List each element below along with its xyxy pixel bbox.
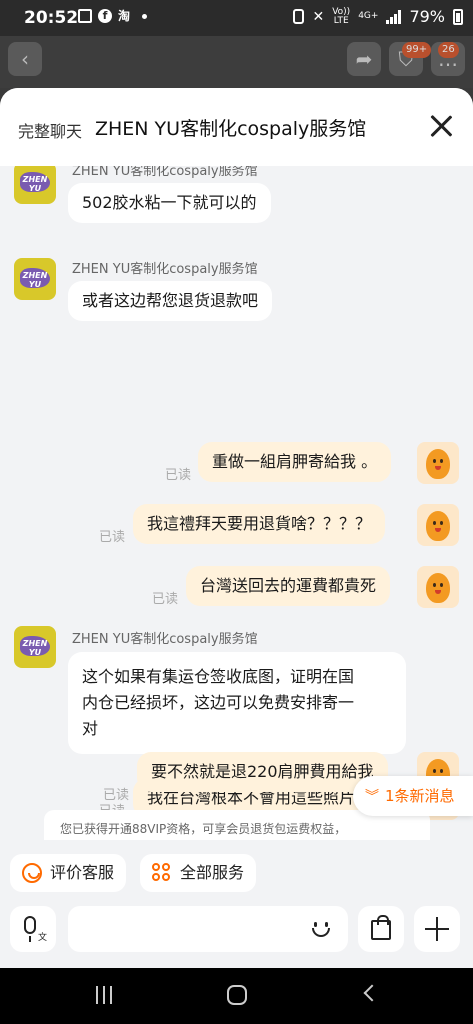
status-bar: 20:52 f 淘 ✕ Vo)) LTE 4G+ 79% <box>0 0 473 36</box>
message-text: 要不然就是退220肩胛費用給我 <box>151 762 374 781</box>
facebook-icon: f <box>98 9 112 23</box>
message-sender: ZHEN YU客制化cospaly服务馆 <box>72 262 258 277</box>
full-chat-link[interactable]: 完整聊天 <box>18 118 82 142</box>
read-receipt: 已读 <box>152 592 179 607</box>
my-avatar[interactable] <box>417 566 459 608</box>
my-message-bubble[interactable]: 要不然就是退220肩胛費用給我 <box>137 752 388 792</box>
message-input[interactable] <box>68 906 348 952</box>
my-avatar[interactable] <box>417 504 459 546</box>
shop-avatar[interactable]: ZHEN YU <box>14 626 56 668</box>
recent-apps-icon[interactable] <box>96 986 114 1004</box>
chat-sheet: 完整聊天 ZHEN YU客制化cospaly服务馆 ZHEN YU ZHEN Y… <box>0 88 473 968</box>
my-message-bubble[interactable]: 重做一組肩胛寄給我 。 <box>198 442 392 482</box>
message-list[interactable]: ZHEN YU ZHEN YU客制化cospaly服务馆 502胶水粘一下就可以… <box>0 166 473 830</box>
message-text: 对 <box>82 719 99 738</box>
cart-badge: 99+ <box>402 42 432 58</box>
shop-products-button[interactable] <box>358 906 404 952</box>
quick-actions: 评价客服 全部服务 <box>0 840 473 896</box>
share-icon: ➦ <box>347 42 381 76</box>
status-time: 20:52 <box>24 8 79 28</box>
all-services-label: 全部服务 <box>180 863 245 882</box>
emoji-icon[interactable] <box>308 916 334 942</box>
shop-avatar[interactable]: ZHEN YU <box>14 166 56 204</box>
shop-message-bubble[interactable]: 这个如果有集运仓签收底图，证明在国 内仓已经损坏，这边可以免费安排寄一 对 <box>68 652 406 754</box>
gallery-icon <box>78 9 92 23</box>
shop-avatar[interactable]: ZHEN YU <box>14 258 56 300</box>
background-app-bar: ‹ ➦ ⛉ 99+ … 26 <box>0 36 473 88</box>
new-messages-label: 1条新消息 <box>385 787 455 805</box>
taobao-icon: 淘 <box>118 9 131 23</box>
services-grid-icon <box>152 863 172 883</box>
shop-message-bubble[interactable]: 或者这边帮您退货退款吧 <box>68 281 273 321</box>
message-text: 502胶水粘一下就可以的 <box>82 193 257 212</box>
message-text: 这个如果有集运仓签收底图，证明在国 <box>82 667 355 686</box>
rate-service-button[interactable]: 评价客服 <box>10 854 127 892</box>
back-nav-icon[interactable] <box>363 984 381 1002</box>
rate-service-label: 评价客服 <box>50 863 115 882</box>
message-text: 重做一組肩胛寄給我 。 <box>212 452 378 471</box>
voice-to-text-label: 文 <box>38 933 48 943</box>
more-options-button[interactable] <box>414 906 460 952</box>
my-message-bubble[interactable]: 我這禮拜天要用退貨啥？？？？ <box>133 504 386 544</box>
message-text: 台灣送回去的運費都貴死 <box>200 576 377 595</box>
all-services-button[interactable]: 全部服务 <box>140 854 257 892</box>
signal-icon <box>386 9 402 24</box>
back-icon: ‹ <box>8 42 42 76</box>
navigation-bar <box>0 968 473 1024</box>
voice-input-button[interactable]: 文 <box>10 906 56 952</box>
new-messages-button[interactable]: ︾ 1条新消息 <box>353 776 473 816</box>
double-chevron-down-icon: ︾ <box>365 789 379 805</box>
input-bar: 文 <box>0 896 473 968</box>
read-receipt: 已读 <box>165 468 192 483</box>
message-text: 内仓已经损坏，这边可以免费安排寄一 <box>82 693 355 712</box>
my-avatar[interactable] <box>417 442 459 484</box>
read-receipt: 已读 <box>99 530 126 545</box>
battery-icon <box>453 8 463 25</box>
nfc-icon <box>293 9 305 24</box>
shopping-bag-icon <box>371 915 391 940</box>
shop-message-bubble[interactable]: 502胶水粘一下就可以的 <box>68 183 271 223</box>
close-icon[interactable] <box>427 112 455 140</box>
message-sender: ZHEN YU客制化cospaly服务馆 <box>72 166 258 179</box>
battery-percent: 79% <box>409 7 445 26</box>
message-text: 或者这边帮您退货退款吧 <box>82 291 259 310</box>
vip-tip-text: 您已获得开通88VIP资格，可享会员退货包运费权益， <box>60 822 347 836</box>
shop-title: ZHEN YU客制化cospaly服务馆 <box>95 118 367 140</box>
message-text: 我這禮拜天要用退貨啥？？？？ <box>147 514 372 533</box>
home-icon[interactable] <box>227 985 247 1005</box>
more-notifications-icon <box>142 13 148 19</box>
my-message-bubble[interactable]: 台灣送回去的運費都貴死 <box>186 566 391 606</box>
smile-icon <box>22 863 42 883</box>
read-receipt: 已读 <box>103 788 130 803</box>
chat-header: 完整聊天 ZHEN YU客制化cospaly服务馆 <box>0 88 473 166</box>
message-sender: ZHEN YU客制化cospaly服务馆 <box>72 632 258 647</box>
messages-badge: 26 <box>438 42 459 58</box>
lte-label: LTE <box>333 15 349 26</box>
microphone-icon <box>24 916 36 934</box>
mute-icon: ✕ <box>312 8 325 25</box>
network-label: 4G+ <box>358 11 379 21</box>
